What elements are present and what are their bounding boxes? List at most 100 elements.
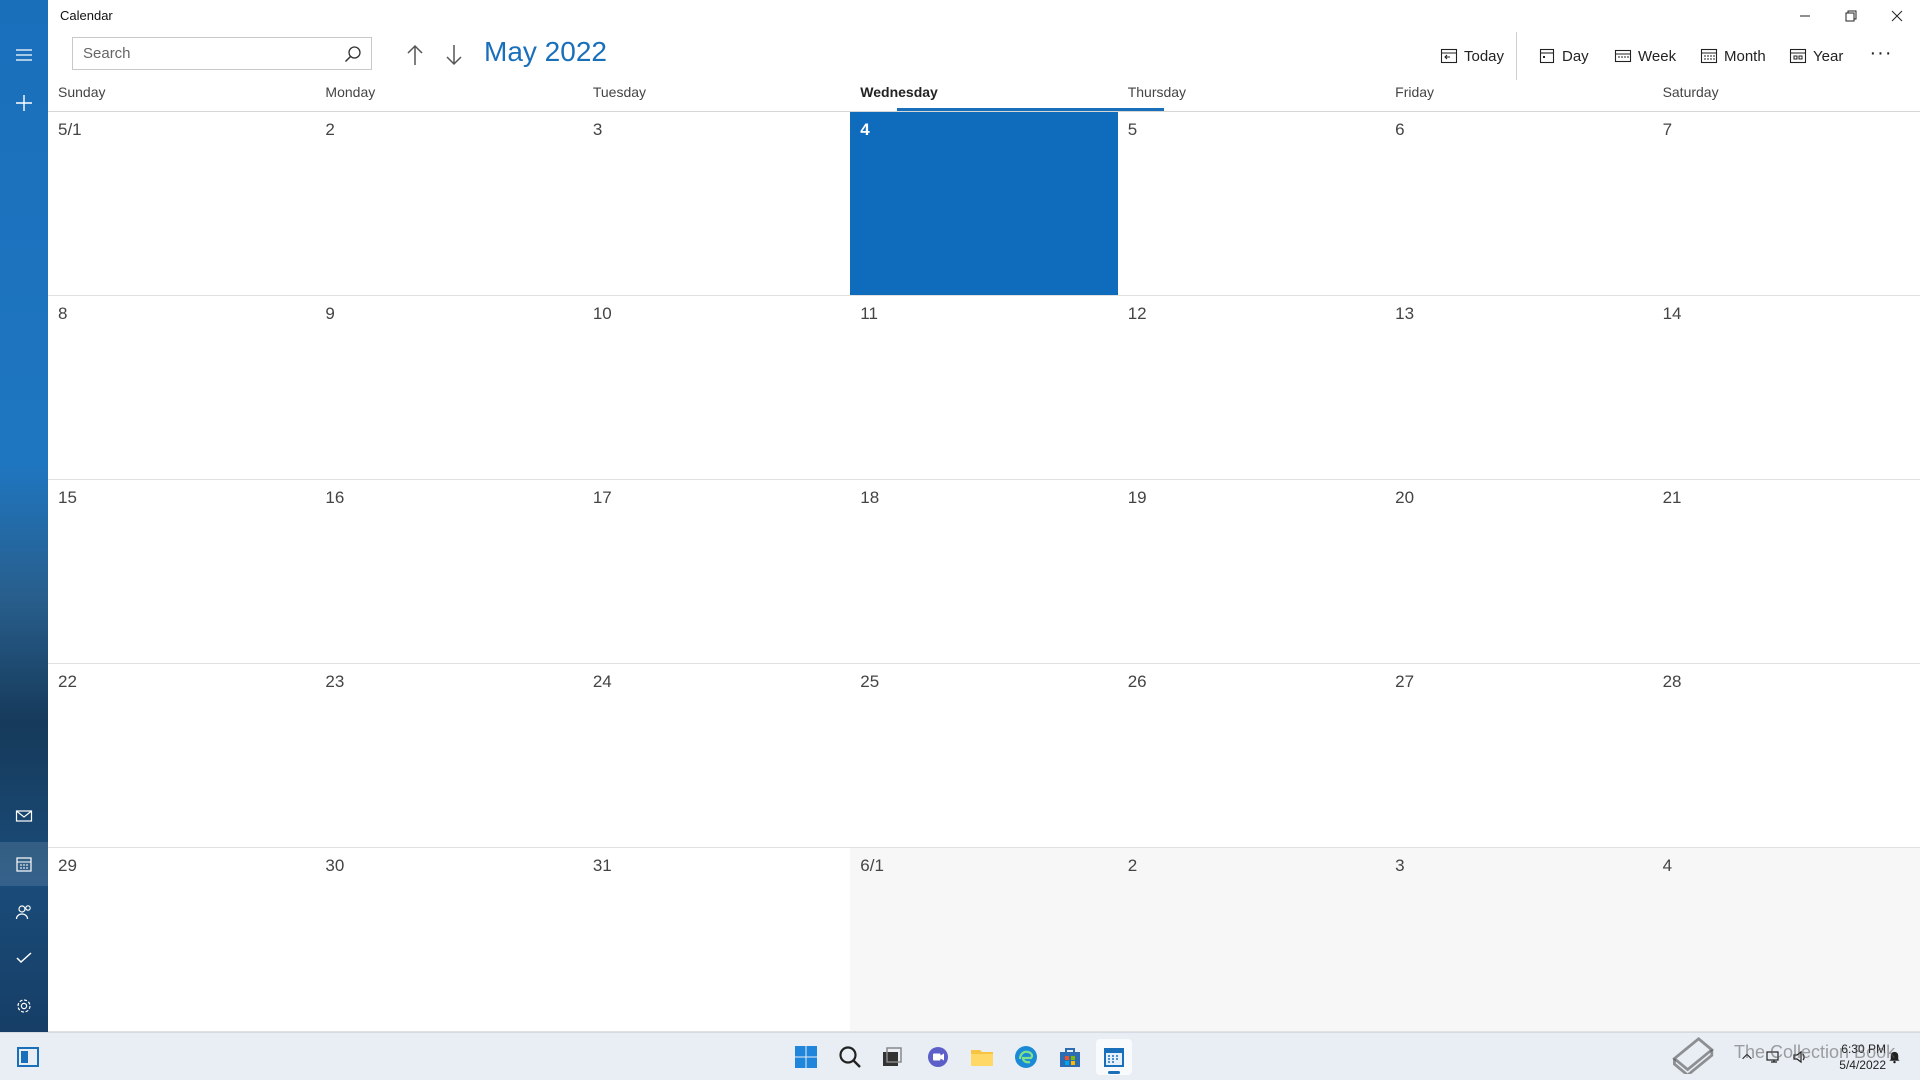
- day-cell[interactable]: 28: [1652, 664, 1920, 848]
- day-number: 23: [325, 672, 345, 691]
- day-cell[interactable]: 20: [1385, 480, 1653, 664]
- month-title[interactable]: May 2022: [484, 36, 607, 68]
- year-view-button[interactable]: Year: [1789, 42, 1843, 70]
- file-explorer-button[interactable]: [964, 1039, 1000, 1075]
- today-label: Today: [1464, 47, 1505, 65]
- search-box[interactable]: [72, 37, 372, 70]
- book-logo-icon: [1672, 1037, 1714, 1074]
- day-number: 25: [860, 672, 880, 691]
- calendar-app-button[interactable]: [0, 842, 48, 886]
- day-number: 11: [860, 304, 878, 323]
- day-cell[interactable]: 17: [582, 480, 851, 664]
- day-cell[interactable]: 3: [582, 112, 851, 296]
- day-cell[interactable]: 14: [1652, 296, 1920, 480]
- restore-icon: [1845, 10, 1857, 22]
- weekday-header: Sunday Monday Tuesday Wednesday Thursday Frid…: [48, 82, 1920, 112]
- day-number: 29: [58, 856, 77, 875]
- day-cell[interactable]: 29: [48, 848, 316, 1032]
- day-cell[interactable]: 3: [1385, 848, 1653, 1032]
- day-number: 17: [592, 488, 612, 507]
- today-button[interactable]: Today: [1440, 42, 1504, 70]
- day-cell[interactable]: 5: [1117, 112, 1386, 296]
- windows-logo-icon: [795, 1046, 817, 1068]
- day-number: 22: [58, 672, 77, 691]
- month-view-button[interactable]: Month: [1700, 42, 1766, 70]
- store-icon: [1060, 1048, 1080, 1067]
- chat-button[interactable]: [920, 1039, 956, 1075]
- task-view-icon: [883, 1047, 902, 1066]
- restore-button[interactable]: [1828, 0, 1874, 32]
- edge-browser-button[interactable]: [1008, 1039, 1044, 1075]
- settings-button[interactable]: [0, 984, 48, 1028]
- widgets-button[interactable]: [10, 1039, 46, 1075]
- store-button[interactable]: [1052, 1039, 1088, 1075]
- hamburger-menu-button[interactable]: [0, 33, 48, 77]
- day-cell[interactable]: 6: [1385, 112, 1653, 296]
- day-cell[interactable]: 9: [315, 296, 583, 480]
- taskbar-search-button[interactable]: [832, 1039, 868, 1075]
- day-number: 31: [592, 856, 612, 875]
- day-cell[interactable]: 21: [1652, 480, 1920, 664]
- day-cell[interactable]: 5/1: [48, 112, 316, 296]
- day-view-label: Day: [1562, 47, 1589, 65]
- day-cell[interactable]: 31: [582, 848, 851, 1032]
- day-cell[interactable]: 4: [850, 112, 1118, 296]
- day-number: 10: [592, 304, 612, 323]
- day-cell[interactable]: 10: [582, 296, 851, 480]
- day-cell[interactable]: 25: [850, 664, 1118, 848]
- day-cell[interactable]: 30: [315, 848, 583, 1032]
- day-cell[interactable]: 4: [1652, 848, 1920, 1032]
- day-cell[interactable]: 6/1: [850, 848, 1118, 1032]
- day-number: 20: [1395, 488, 1415, 507]
- mail-app-button[interactable]: [0, 794, 48, 838]
- folder-icon: [971, 1050, 993, 1066]
- calendar-icon: [1104, 1048, 1124, 1067]
- day-cell[interactable]: 22: [48, 664, 316, 848]
- search-icon[interactable]: [344, 45, 362, 63]
- day-number: 27: [1395, 672, 1415, 691]
- people-app-button[interactable]: [0, 890, 48, 934]
- day-number: 28: [1662, 672, 1682, 691]
- day-cell[interactable]: 12: [1117, 296, 1386, 480]
- week-view-button[interactable]: Week: [1614, 42, 1676, 70]
- day-cell[interactable]: 23: [315, 664, 583, 848]
- day-cell[interactable]: 27: [1385, 664, 1653, 848]
- calendar-taskbar-button[interactable]: [1096, 1039, 1132, 1075]
- day-cell[interactable]: 8: [48, 296, 316, 480]
- day-number: 9: [325, 304, 335, 323]
- day-cell[interactable]: 2: [315, 112, 583, 296]
- day-number: 4: [1662, 856, 1673, 875]
- day-number: 19: [1127, 488, 1147, 507]
- close-button[interactable]: [1874, 0, 1920, 32]
- start-button[interactable]: [788, 1039, 824, 1075]
- next-month-button[interactable]: [439, 40, 469, 70]
- previous-month-button[interactable]: [400, 40, 430, 70]
- day-view-button[interactable]: Day: [1538, 42, 1589, 70]
- more-options-button[interactable]: ···: [1866, 42, 1896, 70]
- day-cell[interactable]: 24: [582, 664, 851, 848]
- todo-app-button[interactable]: [0, 936, 48, 980]
- day-number: 13: [1395, 304, 1415, 323]
- minimize-button[interactable]: [1782, 0, 1828, 32]
- weekday-label-saturday: Saturday: [1662, 84, 1719, 100]
- task-view-button[interactable]: [874, 1039, 910, 1075]
- gear-icon: [17, 999, 31, 1013]
- day-cell[interactable]: 16: [315, 480, 583, 664]
- day-cell[interactable]: 26: [1117, 664, 1386, 848]
- day-cell[interactable]: 7: [1652, 112, 1920, 296]
- search-input[interactable]: [83, 45, 333, 62]
- day-cell[interactable]: 13: [1385, 296, 1653, 480]
- day-cell[interactable]: 18: [850, 480, 1118, 664]
- today-icon: [1440, 48, 1458, 64]
- day-cell[interactable]: 15: [48, 480, 316, 664]
- close-icon: [1891, 10, 1903, 22]
- day-number: 12: [1127, 304, 1147, 323]
- minimize-icon: [1800, 15, 1810, 17]
- watermark-text: The Collection Book: [1734, 1042, 1896, 1062]
- day-cell[interactable]: 11: [850, 296, 1118, 480]
- day-cell[interactable]: 19: [1117, 480, 1386, 664]
- weekday-label-wednesday: Wednesday: [860, 84, 938, 100]
- new-event-button[interactable]: [0, 81, 48, 125]
- weekday-label-monday: Monday: [325, 84, 376, 100]
- day-cell[interactable]: 2: [1117, 848, 1386, 1032]
